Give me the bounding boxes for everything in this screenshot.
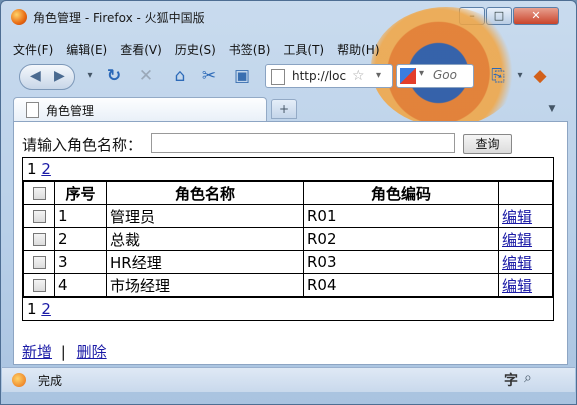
close-button[interactable]: ✕: [513, 7, 559, 25]
row-role-code: R01: [303, 204, 499, 228]
status-text: 完成: [38, 374, 63, 388]
home-icon[interactable]: ⌂: [169, 66, 191, 86]
search-placeholder: Goo: [433, 68, 457, 82]
table-header-row: 序号 角色名称 角色编码: [23, 181, 553, 205]
row-seq: 4: [54, 273, 107, 297]
row-role-name: 总裁: [106, 227, 304, 251]
menu-file[interactable]: 文件(F): [13, 41, 53, 59]
delete-link[interactable]: 删除: [77, 343, 107, 361]
table-row: 4 市场经理 R04 编辑: [23, 273, 553, 297]
row-checkbox[interactable]: [32, 256, 46, 269]
url-bar[interactable]: http://loc ☆ ▾: [265, 64, 393, 88]
window-icon[interactable]: ▣: [231, 66, 253, 86]
url-dropdown-icon[interactable]: ▾: [376, 65, 381, 87]
select-all-checkbox[interactable]: [32, 187, 46, 200]
tab-bar: 角色管理 + ▼: [1, 95, 576, 121]
edit-link[interactable]: 编辑: [502, 254, 532, 272]
menu-bar: 文件(F) 编辑(E) 查看(V) 历史(S) 书签(B) 工具(T) 帮助(H…: [13, 41, 380, 59]
role-name-input[interactable]: [151, 133, 455, 153]
cut-icon[interactable]: ✂: [198, 66, 220, 86]
search-engine-icon[interactable]: [400, 68, 416, 84]
back-icon[interactable]: ◀: [30, 68, 41, 84]
tab-label: 角色管理: [46, 104, 95, 118]
fox-icon[interactable]: ◆: [529, 66, 551, 86]
top-pager: 1 2: [22, 157, 554, 181]
row-role-code: R02: [303, 227, 499, 251]
table-row: 1 管理员 R01 编辑: [23, 204, 553, 228]
page-icon: [26, 102, 39, 118]
url-text: http://loc: [292, 69, 347, 83]
menu-help[interactable]: 帮助(H): [337, 41, 379, 59]
page-1: 1: [27, 300, 37, 318]
navigation-toolbar: ◀ ▶ ▾ ↻ ✕ ⌂ ✂ ▣ http://loc ☆ ▾ ▾ Goo ⎘ ▾…: [13, 61, 569, 91]
new-tab-button[interactable]: +: [271, 99, 297, 119]
browser-window: 角色管理 - Firefox - 火狐中国版 – □ ✕ 文件(F) 编辑(E)…: [0, 0, 577, 405]
table-row: 2 总裁 R02 编辑: [23, 227, 553, 251]
row-role-code: R04: [303, 273, 499, 297]
font-tool-icon[interactable]: 字: [504, 370, 518, 390]
status-firefox-icon: [12, 373, 26, 387]
action-links: 新增 | 删除: [22, 341, 107, 362]
page-icon: [271, 69, 285, 85]
addon-icon[interactable]: ⎘: [487, 66, 509, 86]
addon-dropdown-icon[interactable]: ▾: [509, 66, 531, 86]
search-engine-dropdown-icon[interactable]: ▾: [419, 68, 424, 79]
menu-history[interactable]: 历史(S): [175, 41, 216, 59]
row-checkbox[interactable]: [32, 279, 46, 292]
row-seq: 1: [54, 204, 107, 228]
bottom-pager: 1 2: [22, 297, 554, 321]
tab-list-icon[interactable]: ▼: [544, 99, 560, 119]
page-2-link[interactable]: 2: [41, 160, 51, 178]
menu-view[interactable]: 查看(V): [120, 41, 162, 59]
page-1: 1: [27, 160, 37, 178]
select-all-header: [23, 181, 55, 205]
edit-link[interactable]: 编辑: [502, 231, 532, 249]
add-link[interactable]: 新增: [22, 343, 52, 361]
row-checkbox[interactable]: [32, 233, 46, 246]
menu-bookmarks[interactable]: 书签(B): [229, 41, 271, 59]
back-forward-group: ◀ ▶: [19, 64, 75, 90]
menu-edit[interactable]: 编辑(E): [66, 41, 107, 59]
bookmark-star-icon[interactable]: ☆: [352, 65, 365, 87]
header-role-name: 角色名称: [106, 181, 304, 205]
row-checkbox[interactable]: [32, 210, 46, 223]
row-role-name: 管理员: [106, 204, 304, 228]
window-title: 角色管理 - Firefox - 火狐中国版: [33, 11, 205, 25]
role-table: 序号 角色名称 角色编码 1 管理员 R01 编辑 2 总裁 R02 编辑 3 …: [23, 181, 553, 297]
link-separator: |: [60, 343, 66, 361]
query-button[interactable]: 查询: [463, 134, 512, 154]
stop-icon[interactable]: ✕: [135, 66, 157, 86]
status-bar: 完成 字 ⌕: [2, 367, 575, 392]
header-action: [498, 181, 553, 205]
firefox-icon: [11, 9, 27, 25]
row-role-code: R03: [303, 250, 499, 274]
header-seq: 序号: [54, 181, 107, 205]
header-role-code: 角色编码: [303, 181, 499, 205]
reload-icon[interactable]: ↻: [103, 66, 125, 86]
menu-tools[interactable]: 工具(T): [283, 41, 324, 59]
edit-link[interactable]: 编辑: [502, 277, 532, 295]
edit-link[interactable]: 编辑: [502, 208, 532, 226]
search-label: 请输入角色名称：: [22, 136, 143, 154]
page-content: 请输入角色名称： 查询 1 2 序号 角色名称 角色编码 1 管理员 R01 编…: [13, 121, 568, 365]
row-role-name: HR经理: [106, 250, 304, 274]
row-role-name: 市场经理: [106, 273, 304, 297]
forward-icon[interactable]: ▶: [54, 68, 65, 84]
row-seq: 2: [54, 227, 107, 251]
search-tool-icon[interactable]: ⌕: [524, 370, 532, 386]
page-2-link[interactable]: 2: [41, 300, 51, 318]
history-dropdown-icon[interactable]: ▾: [79, 66, 101, 86]
search-bar[interactable]: ▾ Goo: [396, 64, 474, 88]
row-seq: 3: [54, 250, 107, 274]
role-table-container: 1 2 序号 角色名称 角色编码 1 管理员 R01 编辑 2 总裁 R02 编…: [22, 157, 554, 321]
tab-role-management[interactable]: 角色管理: [13, 97, 267, 121]
table-row: 3 HR经理 R03 编辑: [23, 250, 553, 274]
